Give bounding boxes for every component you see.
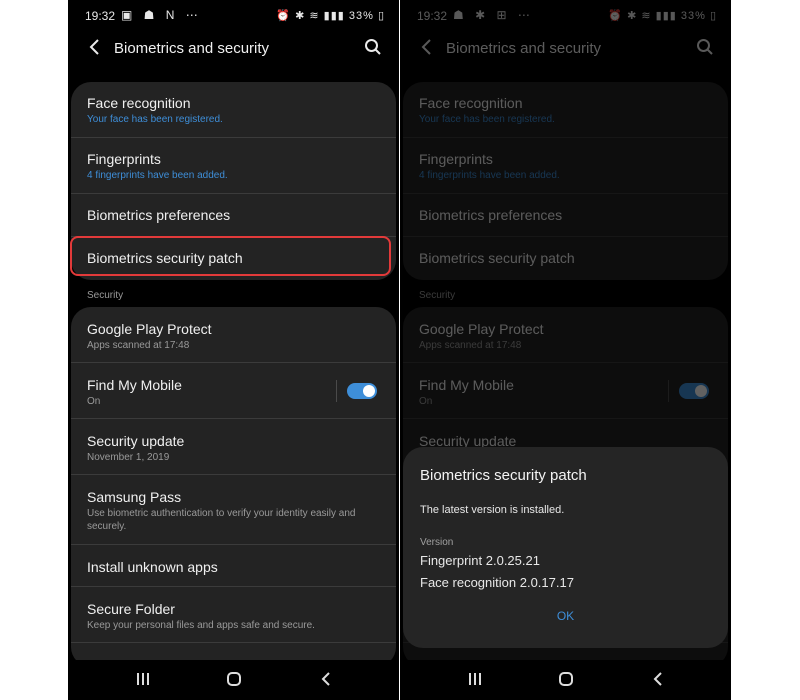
battery-level: 33% [348,10,374,22]
app-bar: Biometrics and security [68,34,399,64]
item-subtitle: On [87,396,101,407]
version-caption: Version [420,537,454,548]
search-icon[interactable] [364,38,382,56]
item-subtitle: 4 fingerprints have been added. [87,170,228,181]
item-subtitle: Use biometric authentication to verify y… [87,508,356,532]
list-item-samsung-pass[interactable]: Samsung Pass Use biometric authenticatio… [71,475,396,545]
list-item-install-unknown-apps[interactable]: Install unknown apps [71,545,396,587]
list-item-face-recognition[interactable]: Face recognition Your face has been regi… [71,82,396,138]
page-title: Biometrics and security [114,40,270,57]
item-label: Security update [87,433,185,449]
dialog-message: The latest version is installed. [420,504,565,516]
back-icon[interactable] [88,37,102,57]
item-label: Find My Mobile [87,377,182,393]
item-label: Biometrics preferences [87,207,231,223]
security-card: Google Play Protect Apps scanned at 17:4… [71,307,396,667]
toggle-divider [336,380,337,402]
security-patch-dialog: Biometrics security patch The latest ver… [403,447,728,648]
navigation-bar [68,660,399,700]
face-recognition-version: Face recognition 2.0.17.17 [420,575,574,590]
item-label: Install unknown apps [87,559,218,575]
list-item-fingerprints[interactable]: Fingerprints 4 fingerprints have been ad… [71,138,396,194]
dialog-title: Biometrics security patch [420,467,587,484]
navigation-bar [400,660,731,700]
toggle-knob [363,385,375,397]
item-subtitle: Keep your personal files and apps safe a… [87,620,315,631]
list-item-security-update[interactable]: Security update November 1, 2019 [71,419,396,475]
highlight-box [70,236,391,276]
list-item-biometrics-preferences[interactable]: Biometrics preferences [71,194,396,237]
item-label: Secure Folder [87,601,175,617]
item-label: Samsung Pass [87,489,182,505]
status-time: 19:32 [85,9,116,23]
phone-screen-settings: 19:32 ▣ ☗ N ⋯ ⏰ ✱ ≋ ▮▮▮ 33% ▯ Biometrics… [68,0,399,700]
ok-button[interactable]: OK [403,609,728,623]
list-item-google-play-protect[interactable]: Google Play Protect Apps scanned at 17:4… [71,307,396,363]
list-item-secure-folder[interactable]: Secure Folder Keep your personal files a… [71,587,396,643]
item-label: Face recognition [87,95,191,111]
list-item-find-my-mobile[interactable]: Find My Mobile On [71,363,396,419]
find-my-mobile-toggle[interactable] [347,383,377,399]
status-bar: 19:32 ▣ ☗ N ⋯ ⏰ ✱ ≋ ▮▮▮ 33% ▯ [68,0,399,32]
section-header-security: Security [87,290,124,301]
home-icon[interactable] [556,670,576,688]
home-icon[interactable] [224,670,244,688]
back-nav-icon[interactable] [649,670,669,688]
phone-screen-dialog: 19:32 ☗ ✱ ⊞ ⋯ ⏰ ✱ ≋ ▮▮▮ 33% ▯ Biometrics… [400,0,731,700]
status-right: ⏰ ✱ ≋ ▮▮▮ 33% ▯ [276,10,385,22]
item-subtitle: Your face has been registered. [87,114,223,125]
notification-icons: ▣ ☗ N ⋯ [121,8,202,22]
item-label: Fingerprints [87,151,161,167]
recent-apps-icon[interactable] [133,670,153,688]
recent-apps-icon[interactable] [465,670,485,688]
item-subtitle: November 1, 2019 [87,452,170,463]
item-subtitle: Apps scanned at 17:48 [87,340,190,351]
item-label: Google Play Protect [87,321,212,337]
fingerprint-version: Fingerprint 2.0.25.21 [420,553,540,568]
back-nav-icon[interactable] [317,670,337,688]
